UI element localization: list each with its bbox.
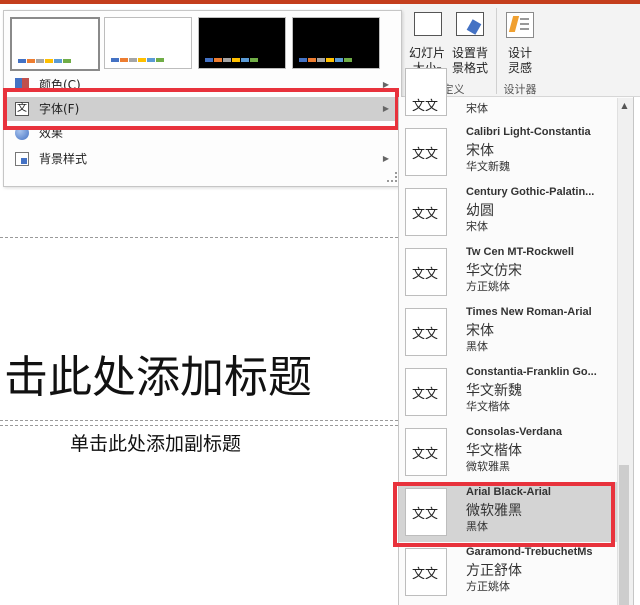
color-swatch bbox=[335, 58, 343, 62]
resize-grip-icon[interactable] bbox=[387, 172, 397, 182]
font-item-name: Consolas-Verdana bbox=[466, 426, 562, 438]
color-swatch bbox=[129, 58, 137, 62]
variant-color-bars bbox=[18, 59, 72, 63]
font-item-body-font: 宋体 bbox=[466, 220, 488, 233]
color-swatch bbox=[299, 58, 307, 62]
font-thumbnail: 文文 bbox=[405, 548, 447, 596]
design-ideas-label-2: 灵感 bbox=[507, 61, 532, 75]
font-thumbnail: 文文 bbox=[405, 368, 447, 416]
color-swatch bbox=[45, 59, 53, 63]
subtitle-placeholder-border-top bbox=[0, 425, 398, 426]
variant-color-bars bbox=[299, 58, 353, 62]
format-background-icon bbox=[456, 12, 484, 36]
font-item-name: Times New Roman-Arial bbox=[466, 306, 592, 318]
font-item[interactable]: 文文 Garamond-TrebuchetMs 方正舒体 方正姚体 bbox=[399, 542, 617, 602]
font-item[interactable]: 文文 Calibri Light-Constantia 宋体 华文新魏 bbox=[399, 122, 617, 182]
color-swatch bbox=[147, 58, 155, 62]
color-swatch bbox=[36, 59, 44, 63]
menu-item-background-styles[interactable]: 背景样式 ▶ bbox=[7, 147, 399, 171]
font-thumbnail: 文文 bbox=[405, 188, 447, 236]
font-item-body-font: 华文楷体 bbox=[466, 400, 510, 413]
font-item-heading-font: 华文仿宋 bbox=[466, 263, 522, 279]
variant-color-bars bbox=[111, 58, 165, 62]
color-swatch bbox=[63, 59, 71, 63]
format-background-label-1: 设置背 bbox=[451, 46, 488, 60]
font-item-name: Constantia-Franklin Go... bbox=[466, 366, 597, 378]
color-swatch bbox=[326, 58, 334, 62]
color-swatch bbox=[232, 58, 240, 62]
font-item-name: Century Gothic-Palatin... bbox=[466, 186, 595, 198]
title-placeholder-border-bottom bbox=[0, 420, 398, 421]
color-swatch bbox=[27, 59, 35, 63]
menu-item-background-styles-label: 背景样式 bbox=[39, 152, 88, 166]
design-ideas-icon bbox=[506, 12, 534, 38]
slide-size-label-1: 幻灯片 bbox=[408, 46, 445, 60]
color-swatch bbox=[344, 58, 352, 62]
font-item[interactable]: 文文 Consolas-Verdana 华文楷体 微软雅黑 bbox=[399, 422, 617, 482]
font-item-body-font: 微软雅黑 bbox=[466, 460, 510, 473]
variant-thumbnail-3[interactable] bbox=[198, 17, 286, 69]
color-swatch bbox=[223, 58, 231, 62]
color-swatch bbox=[241, 58, 249, 62]
color-swatch bbox=[156, 58, 164, 62]
group-divider bbox=[496, 8, 497, 94]
font-thumbnail: 文文 bbox=[405, 68, 447, 116]
chevron-right-icon: ▶ bbox=[382, 154, 389, 163]
format-background-button[interactable]: 设置背 景格式 bbox=[448, 8, 492, 80]
font-item[interactable]: 文文 Tw Cen MT-Rockwell 华文仿宋 方正姚体 bbox=[399, 242, 617, 302]
font-item-heading-font: 华文新魏 bbox=[466, 383, 522, 399]
font-item-heading-font: 华文楷体 bbox=[466, 443, 522, 459]
font-thumbnail: 文文 bbox=[405, 308, 447, 356]
scroll-up-arrow-icon[interactable]: ▲ bbox=[617, 98, 632, 114]
color-swatch bbox=[205, 58, 213, 62]
font-item-body-font: 方正姚体 bbox=[466, 580, 510, 593]
highlight-arial-black-item bbox=[393, 482, 615, 547]
color-swatch bbox=[317, 58, 325, 62]
font-item-heading-font: 幼圆 bbox=[466, 203, 494, 219]
font-item-body-font: 宋体 bbox=[466, 102, 488, 115]
slide-subtitle-placeholder[interactable]: 单击此处添加副标题 bbox=[70, 429, 241, 456]
title-placeholder-border-top bbox=[0, 237, 398, 238]
design-ideas-button[interactable]: 设计 灵感 bbox=[500, 8, 540, 80]
format-background-label-2: 景格式 bbox=[451, 61, 488, 75]
font-item-body-font: 华文新魏 bbox=[466, 160, 510, 173]
font-item-heading-font: 宋体 bbox=[466, 143, 494, 159]
font-item-name: Tw Cen MT-Rockwell bbox=[466, 246, 574, 258]
design-ideas-label-1: 设计 bbox=[507, 46, 532, 60]
slide-size-icon bbox=[414, 12, 442, 36]
color-swatch bbox=[111, 58, 119, 62]
font-item-name: Calibri Light-Constantia bbox=[466, 126, 591, 138]
font-item-body-font: 黑体 bbox=[466, 340, 488, 353]
font-item-body-font: 方正姚体 bbox=[466, 280, 510, 293]
color-swatch bbox=[138, 58, 146, 62]
color-swatch bbox=[214, 58, 222, 62]
font-item[interactable]: 文文 Century Gothic-Palatin... 幼圆 宋体 bbox=[399, 182, 617, 242]
variant-thumbnail-4[interactable] bbox=[292, 17, 380, 69]
color-swatch bbox=[120, 58, 128, 62]
font-thumbnail: 文文 bbox=[405, 128, 447, 176]
font-item-heading-font: 宋体 bbox=[466, 323, 494, 339]
font-item-heading-font: 方正舒体 bbox=[466, 563, 522, 579]
color-swatch bbox=[54, 59, 62, 63]
scrollbar-thumb[interactable] bbox=[619, 465, 629, 605]
font-item-partial[interactable]: 文文 宋体 bbox=[399, 68, 617, 119]
color-swatch bbox=[250, 58, 258, 62]
font-thumbnail: 文文 bbox=[405, 428, 447, 476]
background-styles-icon bbox=[15, 152, 29, 166]
highlight-fonts-menu-item bbox=[3, 88, 399, 130]
font-item[interactable]: 文文 Constantia-Franklin Go... 华文新魏 华文楷体 bbox=[399, 362, 617, 422]
font-item-name: Garamond-TrebuchetMs bbox=[466, 546, 593, 558]
font-item[interactable]: 文文 Times New Roman-Arial 宋体 黑体 bbox=[399, 302, 617, 362]
variant-thumbnail-1[interactable] bbox=[10, 17, 100, 71]
variant-color-bars bbox=[205, 58, 259, 62]
variant-thumbnail-2[interactable] bbox=[104, 17, 192, 69]
color-swatch bbox=[18, 59, 26, 63]
slide-title-placeholder[interactable]: 击此处添加标题 bbox=[4, 348, 312, 408]
font-thumbnail: 文文 bbox=[405, 248, 447, 296]
color-swatch bbox=[308, 58, 316, 62]
